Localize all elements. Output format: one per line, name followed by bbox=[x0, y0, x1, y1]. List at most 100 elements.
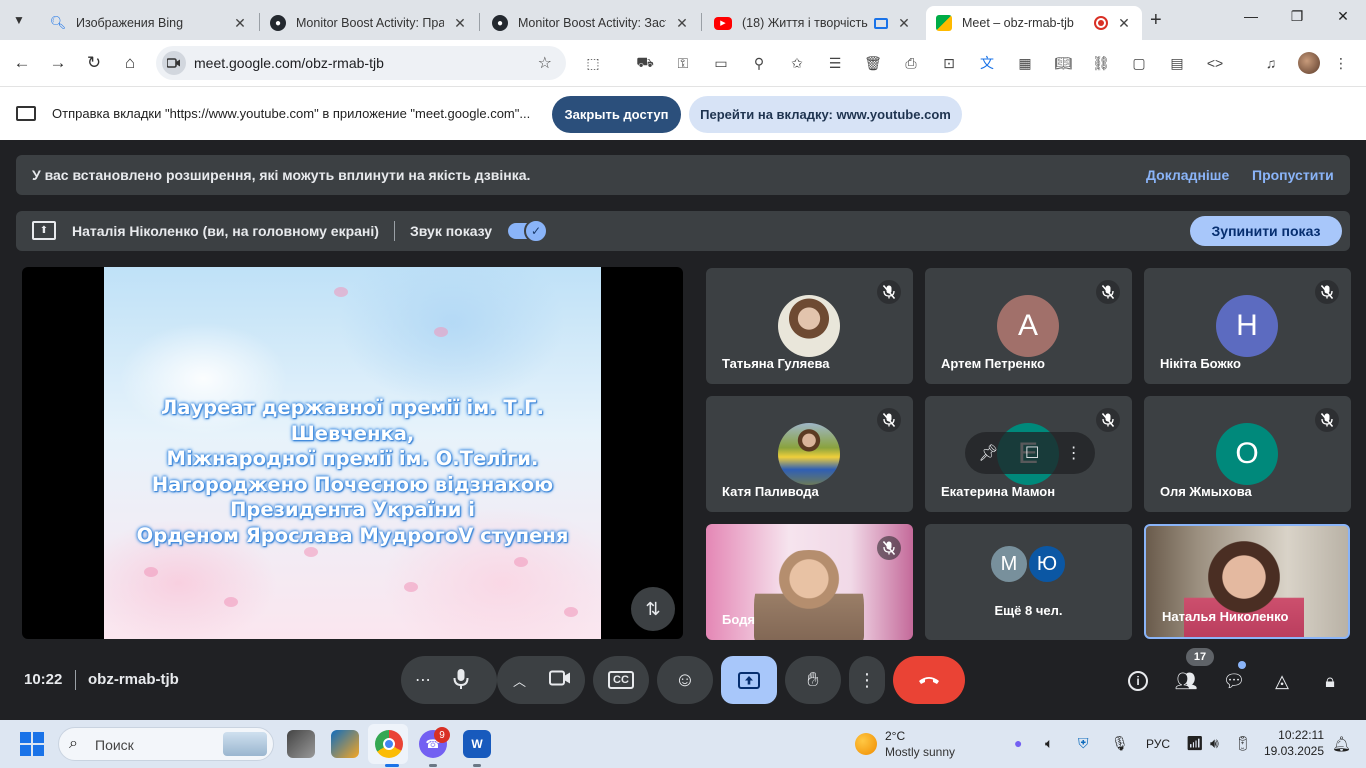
start-button[interactable] bbox=[20, 732, 44, 756]
bookmark-star-icon[interactable]: ☆ bbox=[538, 53, 552, 73]
reading-mode-icon[interactable]: 📖︎ bbox=[1054, 54, 1072, 72]
more-participants-tile[interactable]: М Ю Ещё 8 чел. bbox=[925, 524, 1132, 640]
pin-icon[interactable]: 📌︎ bbox=[978, 443, 998, 463]
store-icon[interactable] bbox=[331, 730, 359, 758]
print-icon[interactable]: ⎙ bbox=[902, 54, 920, 72]
chrome-icon[interactable] bbox=[375, 730, 403, 758]
table-icon[interactable]: ▤ bbox=[1168, 54, 1186, 72]
presentation-sound-toggle[interactable]: ✓ bbox=[508, 219, 548, 243]
self-video-tile[interactable]: Наталья Николенко bbox=[1144, 524, 1350, 639]
task-view-icon[interactable] bbox=[287, 730, 315, 758]
meeting-details-button[interactable]: i bbox=[1125, 668, 1151, 694]
minimize-button[interactable]: — bbox=[1228, 8, 1274, 24]
taskbar-search[interactable]: ⌕ Поиск bbox=[58, 727, 274, 761]
speaker-tray-icon[interactable]: 🔈︎ bbox=[1045, 735, 1053, 752]
tab-bing-images[interactable]: 🔍︎ Изображения Bing ✕ bbox=[40, 6, 258, 40]
host-controls-button[interactable]: 🔒︎ bbox=[1317, 668, 1343, 694]
trash-icon[interactable]: 🗑︎ bbox=[864, 54, 882, 72]
card-icon[interactable]: ▭ bbox=[712, 54, 730, 72]
more-options-icon[interactable]: ⋮ bbox=[1066, 443, 1082, 463]
devices-icon[interactable]: ▢ bbox=[1130, 54, 1148, 72]
leave-call-button[interactable] bbox=[893, 656, 965, 704]
location-pin-icon[interactable]: ⚲ bbox=[750, 54, 768, 72]
learn-more-link[interactable]: Докладніше bbox=[1146, 167, 1229, 183]
tab-search-button[interactable]: ▼ bbox=[6, 7, 32, 33]
switch-to-tab-button[interactable]: Перейти на вкладку: www.youtube.com bbox=[689, 96, 962, 133]
security-tray-icon[interactable]: ⛨ bbox=[1078, 735, 1089, 752]
new-tab-button[interactable]: + bbox=[1150, 9, 1162, 32]
car-icon[interactable]: ⛟ bbox=[636, 54, 654, 72]
url-text[interactable]: meet.google.com/obz-rmab-tjb bbox=[194, 55, 384, 71]
media-control-icon[interactable]: ♫ bbox=[1262, 54, 1280, 72]
tab-meet[interactable]: Meet – obz-rmab-tjb ✕ bbox=[926, 6, 1142, 40]
participant-tile[interactable]: Е 📌︎ ☐ ⋮ Екатерина Мамон bbox=[925, 396, 1132, 512]
close-icon[interactable]: ✕ bbox=[452, 15, 468, 32]
running-indicator bbox=[473, 764, 481, 767]
notifications-icon[interactable]: 🔔︎ bbox=[1332, 735, 1351, 753]
windows-taskbar: ⌕ Поиск ☎ 9 W 2°C Mostly sunny ● 🔈︎ ⛨ 🎙︎… bbox=[0, 720, 1366, 768]
profile-avatar[interactable] bbox=[1298, 52, 1320, 74]
forward-button[interactable]: → bbox=[46, 51, 70, 75]
input-language[interactable]: РУС bbox=[1146, 737, 1170, 751]
address-bar[interactable]: meet.google.com/obz-rmab-tjb ☆ bbox=[156, 46, 566, 80]
close-icon[interactable]: ✕ bbox=[674, 15, 690, 32]
skip-link[interactable]: Пропустити bbox=[1252, 167, 1334, 183]
key-icon[interactable]: ⚿ bbox=[674, 54, 692, 72]
home-button[interactable]: ⌂ bbox=[118, 51, 142, 75]
raise-hand-button[interactable]: ✋︎ bbox=[785, 656, 841, 704]
present-screen-button[interactable] bbox=[721, 656, 777, 704]
camera-button[interactable] bbox=[549, 670, 571, 691]
clock-date[interactable]: 19.03.2025 bbox=[1260, 744, 1324, 758]
people-button[interactable]: 👥︎ bbox=[1173, 668, 1199, 694]
captions-button[interactable]: CC bbox=[593, 656, 649, 704]
presentation-stage[interactable]: Лауреат державної премії ім. Т.Г. Шевчен… bbox=[22, 267, 683, 639]
more-audio-options-icon[interactable]: ⋯ bbox=[415, 670, 431, 690]
mic-off-icon bbox=[1315, 408, 1339, 432]
stop-presenting-button[interactable]: Зупинити показ bbox=[1190, 216, 1342, 246]
wifi-icon[interactable]: 📶︎ bbox=[1186, 735, 1204, 752]
tab-monitor-boost-1[interactable]: ● Monitor Boost Activity: Прав ✕ bbox=[260, 6, 478, 40]
participant-tile[interactable]: О Оля Жмыхова bbox=[1144, 396, 1351, 512]
translate-icon[interactable]: 文 bbox=[978, 54, 996, 72]
participant-tile[interactable]: Н Нікіта Божко bbox=[1144, 268, 1351, 384]
word-icon[interactable]: W bbox=[463, 730, 491, 758]
code-icon[interactable]: <> bbox=[1206, 54, 1224, 72]
menu-icon[interactable]: ⋮ bbox=[1332, 54, 1350, 72]
stop-sharing-button[interactable]: Закрыть доступ bbox=[552, 96, 681, 133]
microphone-tray-icon[interactable]: 🎙︎ bbox=[1111, 735, 1129, 752]
tab-monitor-boost-2[interactable]: ● Monitor Boost Activity: Заст ✕ bbox=[482, 6, 700, 40]
close-icon[interactable]: ✕ bbox=[896, 15, 912, 32]
microphone-button[interactable] bbox=[453, 668, 469, 695]
close-icon[interactable]: ✕ bbox=[232, 15, 248, 32]
swap-layout-button[interactable]: ⇅ bbox=[631, 587, 675, 631]
close-icon[interactable]: ✕ bbox=[1116, 15, 1132, 32]
extension-icon[interactable]: ⬚ bbox=[584, 54, 602, 72]
meet-icon bbox=[936, 15, 952, 31]
more-options-button[interactable]: ⋮ bbox=[849, 656, 885, 704]
participant-tile[interactable]: Татьяна Гуляева bbox=[706, 268, 913, 384]
tab-youtube[interactable]: ▶ (18) Життя і творчість К ✕ bbox=[704, 6, 922, 40]
clock-time[interactable]: 10:22:11 bbox=[1266, 728, 1324, 742]
participant-tile[interactable]: Катя Паливода bbox=[706, 396, 913, 512]
screenshot-icon[interactable]: ⊡ bbox=[940, 54, 958, 72]
chevron-up-icon[interactable]: ︿ bbox=[513, 671, 526, 690]
notes-icon[interactable]: ☰ bbox=[826, 54, 844, 72]
reactions-button[interactable]: ☺ bbox=[657, 656, 713, 704]
battery-icon[interactable]: 🔋︎ bbox=[1234, 735, 1252, 752]
volume-icon[interactable]: 🔊︎ bbox=[1210, 735, 1219, 752]
star-list-icon[interactable]: ✩ bbox=[788, 54, 806, 72]
participant-tile[interactable]: А Артем Петренко bbox=[925, 268, 1132, 384]
qr-code-icon[interactable]: ▦ bbox=[1016, 54, 1034, 72]
emoji-icon: ☺ bbox=[674, 668, 696, 691]
restore-button[interactable]: ❐ bbox=[1274, 8, 1320, 25]
back-button[interactable]: ← bbox=[10, 51, 34, 75]
window-close-button[interactable]: ✕ bbox=[1320, 8, 1366, 25]
viber-tray-icon[interactable]: ● bbox=[1014, 735, 1022, 751]
reload-button[interactable]: ↻ bbox=[82, 51, 106, 75]
activities-button[interactable]: ◬ bbox=[1269, 668, 1295, 694]
participant-video-tile[interactable]: Бодя bbox=[706, 524, 913, 640]
link-icon[interactable]: ⛓︎ bbox=[1092, 54, 1110, 72]
camera-icon[interactable] bbox=[162, 51, 186, 75]
chat-button[interactable]: 💬︎ bbox=[1221, 668, 1247, 694]
mute-participant-icon[interactable]: ☐ bbox=[1025, 443, 1039, 463]
